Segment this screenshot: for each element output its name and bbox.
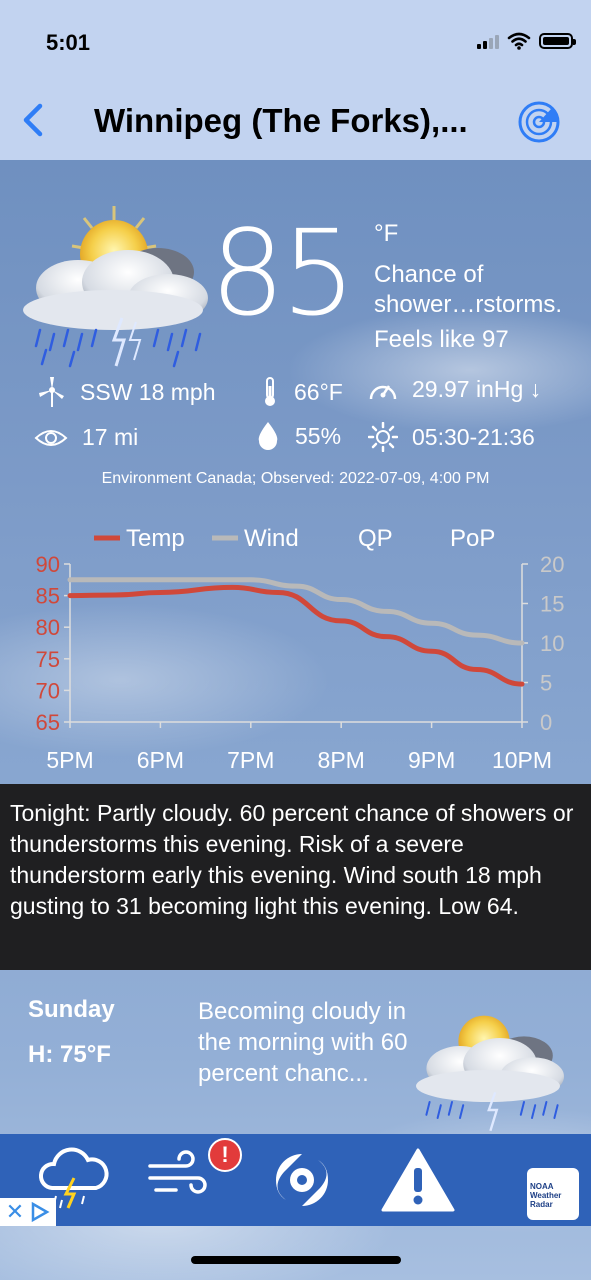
x-tick-label: 7PM: [227, 747, 274, 773]
warning-icon: [381, 1148, 455, 1212]
status-bar: 5:01: [0, 0, 591, 88]
humidity-value: 55%: [295, 422, 342, 449]
y-left-tick-label: 70: [36, 678, 60, 703]
y-left-tick-label: 90: [36, 552, 60, 577]
status-time: 5:01: [46, 30, 91, 55]
x-tick-label: 9PM: [408, 747, 455, 773]
gauge-icon: [369, 384, 397, 399]
y-left-tick-label: 65: [36, 710, 60, 735]
y-right-tick-label: 0: [540, 710, 552, 735]
noaa-app-icon[interactable]: NOAA Weather Radar: [527, 1168, 579, 1220]
x-tick-label: 5PM: [46, 747, 93, 773]
day-name: Sunday: [28, 996, 115, 1023]
y-left-tick-label: 80: [36, 615, 60, 640]
eye-icon: [34, 429, 68, 446]
dewpoint-stat: 66°F: [260, 376, 343, 408]
x-tick-label: 6PM: [137, 747, 184, 773]
observation-source: Environment Canada; Observed: 2022-07-09…: [101, 470, 490, 487]
hurricane-icon: [276, 1154, 328, 1206]
pressure-value: 29.97 inHg ↓: [412, 376, 542, 402]
water-drop-icon: [258, 422, 278, 450]
x-tick-label: 10PM: [492, 747, 552, 773]
wind-value: SSW 18 mph: [80, 378, 216, 405]
y-right-tick-label: 10: [540, 631, 564, 656]
home-indicator: [191, 1256, 401, 1264]
visibility-stat: 17 mi: [34, 424, 138, 451]
dewpoint-value: 66°F: [294, 378, 343, 405]
x-tick-label: 8PM: [318, 747, 365, 773]
radar-icon[interactable]: [517, 100, 561, 144]
day-high: H: 75°F: [28, 1041, 111, 1068]
temperature-unit: °F: [374, 220, 399, 247]
condition-text: Chance of shower…rstorms.: [374, 261, 563, 318]
alert-badge-icon: !: [208, 1138, 242, 1172]
sun-icon: [368, 422, 398, 452]
humidity-stat: 55%: [255, 420, 341, 452]
thunderstorm-partly-sunny-icon: [23, 206, 208, 368]
feels-like: Feels like 97: [374, 326, 509, 353]
pressure-stat: 29.97 inHg ↓: [368, 376, 541, 403]
legend-label-temp: Temp: [126, 525, 185, 552]
sun-value: 05:30-21:36: [412, 423, 535, 450]
cellular-signal-icon: [477, 33, 499, 49]
wifi-icon: [507, 32, 531, 50]
y-right-tick-label: 5: [540, 671, 552, 696]
y-left-tick-label: 75: [36, 647, 60, 672]
series-line-temp: [67, 584, 525, 687]
legend-label-pop: PoP: [450, 525, 495, 552]
nav-bar: Winnipeg (The Forks),...: [0, 88, 591, 160]
forecast-tonight-text: Tonight: Partly cloudy. 60 percent chanc…: [10, 800, 574, 919]
sun-stat: 05:30-21:36: [368, 422, 535, 452]
back-chevron-icon[interactable]: [14, 98, 54, 142]
wind-turbine-icon: [39, 377, 64, 407]
forecast-tonight[interactable]: Tonight: Partly cloudy. 60 percent chanc…: [0, 784, 591, 970]
thermometer-icon: [265, 377, 275, 406]
legend-label-wind: Wind: [244, 525, 299, 552]
y-right-tick-label: 15: [540, 592, 564, 617]
day-summary[interactable]: Becoming cloudy in the morning with 60 p…: [198, 996, 408, 1089]
noaa-label: NOAA Weather Radar: [530, 1182, 562, 1209]
thunderstorm-partly-sunny-icon: [416, 1015, 564, 1132]
status-icons: [477, 32, 576, 50]
battery-icon: [539, 33, 576, 49]
wind-stat: SSW 18 mph: [38, 376, 216, 408]
hourly-chart[interactable]: Temp Wind QP PoP 90 85 80 75 70 65 20 15 10 5 0 5PM 6PM 7…: [0, 506, 591, 784]
current-temperature: 85: [210, 204, 356, 342]
series-line-wind: [67, 577, 525, 646]
y-left-tick-label: 85: [36, 584, 60, 609]
page-title: Winnipeg (The Forks),...: [94, 102, 468, 139]
y-right-tick-label: 20: [540, 552, 564, 577]
wind-gust-icon: [148, 1150, 207, 1194]
legend-label-qp: QP: [358, 525, 393, 552]
ad-banner[interactable]: ! NOAA Weather Radar: [0, 1134, 591, 1226]
chart-svg: Temp Wind QP PoP 90 85 80 75 70 65 20 15 10 5 0 5PM 6PM 7…: [36, 525, 565, 773]
visibility-value: 17 mi: [82, 424, 139, 450]
ad-choices-icon[interactable]: ✕: [0, 1198, 56, 1226]
